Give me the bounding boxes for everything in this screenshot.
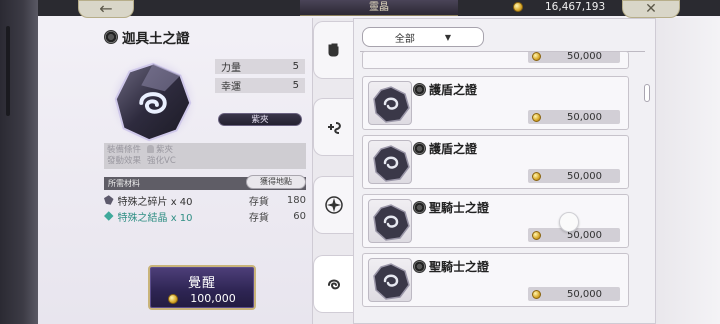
- currency-display: 16,467,193: [513, 0, 633, 14]
- material-row: 特殊之碎片 x 40 存貨 180: [104, 193, 306, 208]
- emblem-icon: [413, 260, 426, 273]
- tab-fist[interactable]: [313, 21, 353, 79]
- stat-label: 幸運: [221, 82, 241, 93]
- price-tag: 50,000: [528, 110, 620, 124]
- back-arrow-icon: ←: [99, 0, 113, 18]
- plus-swirl-icon: [327, 122, 341, 134]
- right-backdrop: [656, 18, 720, 324]
- stat-row-luck: 幸運 5: [215, 78, 305, 93]
- awaken-cost: 100,000: [150, 292, 254, 305]
- coin-icon: [532, 52, 541, 61]
- close-icon: ✕: [645, 1, 657, 17]
- effect-label: 發動效果: [107, 156, 142, 166]
- price-tag: 50,000: [528, 287, 620, 301]
- stat-value: 5: [292, 61, 299, 72]
- item-name: 護盾之證: [413, 81, 477, 98]
- list-scrollbar[interactable]: [644, 84, 650, 102]
- equip-condition-value: 紫夾: [147, 145, 173, 156]
- back-button[interactable]: ←: [78, 0, 134, 18]
- price-tag: 50,000: [528, 169, 620, 183]
- emblem-icon: [413, 142, 426, 155]
- filter-dropdown[interactable]: 全部 ▼: [362, 27, 484, 47]
- stock-value: 60: [293, 210, 306, 222]
- obtain-location-button[interactable]: 獲得地點: [246, 175, 306, 189]
- effect-value: 強化VC: [147, 156, 176, 166]
- sparkle-emblem-icon: [324, 196, 343, 214]
- stock-label: 存貨: [248, 212, 269, 224]
- material-name: 特殊之碎片 x 40: [117, 196, 193, 208]
- item-thumbnail: [368, 81, 412, 125]
- item-name: 聖騎士之證: [413, 199, 489, 216]
- equip-info: 裝備條件 紫夾 發動效果 強化VC: [104, 143, 306, 169]
- list-item[interactable]: 聖騎士之證 50,000: [362, 194, 629, 248]
- item-title: 迦具土之證: [104, 27, 190, 47]
- touch-indicator: [559, 212, 579, 232]
- item-thumbnail: [368, 258, 412, 302]
- equip-condition-label: 裝備條件: [107, 145, 142, 155]
- price-value: 50,000: [567, 170, 602, 182]
- price-value: 50,000: [567, 111, 602, 123]
- material-name: 特殊之結晶 x 10: [117, 212, 193, 224]
- item-thumbnail: [368, 140, 412, 184]
- awaken-label: 覺醒: [187, 276, 216, 291]
- awaken-button[interactable]: 覺醒 100,000: [148, 265, 256, 310]
- person-icon: [147, 145, 155, 153]
- emblem-icon: [104, 30, 118, 44]
- stat-label: 力量: [221, 63, 241, 74]
- tab-plus[interactable]: [313, 98, 353, 156]
- stat-row-power: 力量 5: [215, 59, 305, 74]
- emblem-icon: [413, 201, 426, 214]
- coin-icon: [168, 293, 179, 304]
- item-name: 護盾之證: [413, 140, 477, 157]
- coin-icon: [532, 171, 541, 181]
- coin-icon: [532, 112, 541, 122]
- list-item[interactable]: 50,000: [362, 51, 629, 69]
- item-name: 聖騎士之證: [413, 258, 489, 275]
- coin-icon: [532, 289, 541, 299]
- price-value: 50,000: [567, 288, 602, 300]
- screen-title: 靈晶: [300, 0, 458, 16]
- filter-selected: 全部: [394, 33, 415, 45]
- spiral-icon: [327, 279, 340, 290]
- tab-sparkle[interactable]: [313, 176, 353, 234]
- material-row: 特殊之結晶 x 10 存貨 60: [104, 209, 306, 224]
- currency-amount: 16,467,193: [545, 1, 606, 13]
- crystal-icon: [104, 211, 114, 221]
- close-button[interactable]: ✕: [622, 0, 680, 18]
- edge-grip: [6, 26, 10, 116]
- fragment-icon: [104, 195, 114, 205]
- list-item[interactable]: 聖騎士之證 50,000: [362, 253, 629, 307]
- price-tag: 50,000: [528, 51, 620, 63]
- stat-value: 5: [292, 80, 299, 91]
- chevron-down-icon: ▼: [444, 32, 452, 42]
- list-item[interactable]: 護盾之證 50,000: [362, 76, 629, 130]
- coin-icon: [532, 230, 541, 240]
- rarity-tag: 紫夾: [218, 113, 302, 126]
- left-edge: [0, 0, 38, 324]
- item-crystal-image: [104, 52, 202, 150]
- awaken-cost-value: 100,000: [190, 292, 236, 305]
- item-thumbnail: [368, 199, 412, 243]
- fist-icon: [328, 43, 338, 57]
- emblem-icon: [413, 83, 426, 96]
- tab-spiral[interactable]: [313, 255, 353, 313]
- price-value: 50,000: [567, 51, 602, 62]
- list-item[interactable]: 護盾之證 50,000: [362, 135, 629, 189]
- coin-icon: [513, 2, 523, 12]
- stock-value: 180: [286, 194, 306, 206]
- item-name: 迦具土之證: [122, 31, 190, 47]
- stock-label: 存貨: [248, 196, 269, 208]
